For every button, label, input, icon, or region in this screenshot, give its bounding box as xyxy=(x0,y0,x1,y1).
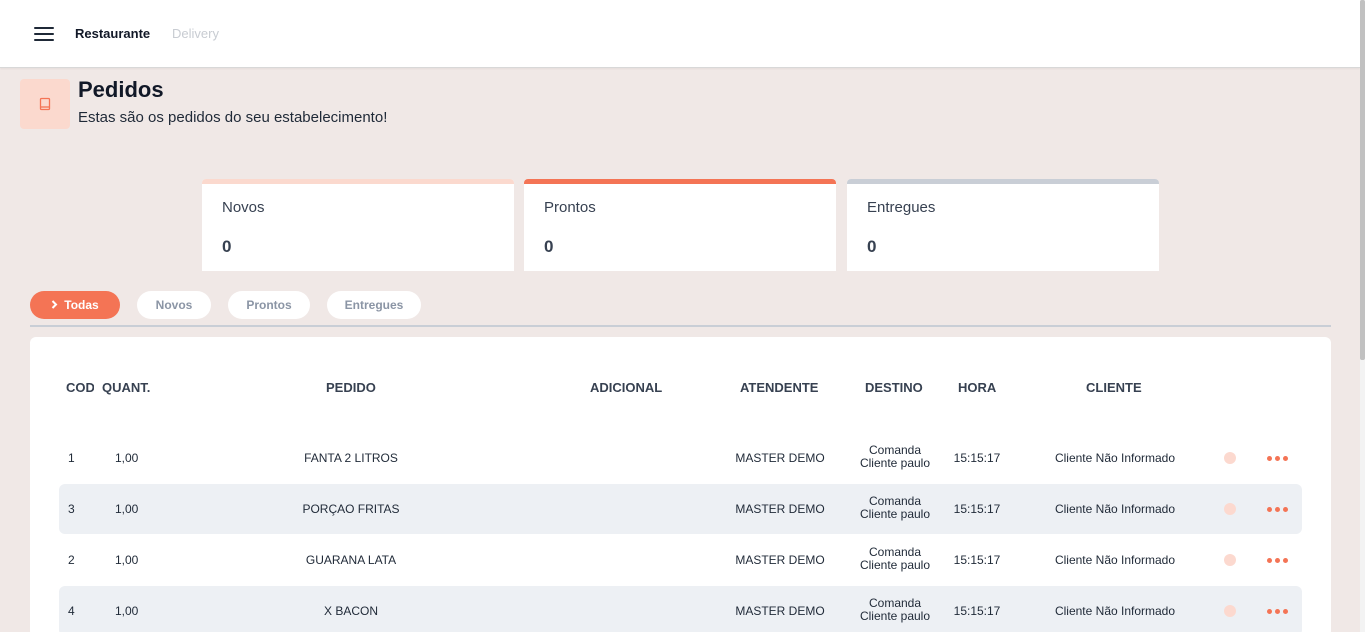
menu-icon[interactable] xyxy=(34,26,54,42)
cell-cliente: Cliente Não Informado xyxy=(1054,604,1176,618)
chevron-right-icon xyxy=(51,298,58,312)
column-header-adicional: ADICIONAL xyxy=(590,380,663,395)
column-header-cod: COD xyxy=(66,380,94,395)
cell-cod: 3 xyxy=(68,502,75,516)
top-bar: Restaurante Delivery xyxy=(0,0,1360,68)
cell-destino: Comanda Cliente paulo xyxy=(860,546,930,572)
cell-atendente: MASTER DEMO xyxy=(735,553,825,567)
cell-atendente: MASTER DEMO xyxy=(735,502,825,516)
stat-card-novos: Novos 0 xyxy=(202,179,514,271)
stat-value: 0 xyxy=(867,237,877,256)
filter-novos-button[interactable]: Novos xyxy=(137,291,211,319)
tab-restaurante[interactable]: Restaurante xyxy=(75,26,150,41)
cell-hora: 15:15:17 xyxy=(953,604,1001,618)
status-dot xyxy=(1224,503,1236,515)
cell-hora: 15:15:17 xyxy=(953,451,1001,465)
cell-destino: Comanda Cliente paulo xyxy=(860,444,930,470)
stat-card-bar xyxy=(524,179,836,184)
stat-card-bar xyxy=(202,179,514,184)
scrollbar[interactable] xyxy=(1360,0,1365,632)
cell-cliente: Cliente Não Informado xyxy=(1054,553,1176,567)
divider xyxy=(30,325,1331,327)
stat-card-bar xyxy=(847,179,1159,184)
cell-pedido: PORÇAO FRITAS xyxy=(302,502,400,516)
filter-todas-button[interactable]: Todas xyxy=(30,291,120,319)
cell-cod: 4 xyxy=(68,604,75,618)
status-dot xyxy=(1224,452,1236,464)
cell-cliente: Cliente Não Informado xyxy=(1054,451,1176,465)
destino-line-2: Cliente paulo xyxy=(859,609,931,623)
stat-value: 0 xyxy=(544,237,554,256)
status-dot xyxy=(1224,605,1236,617)
cell-quant: 1,00 xyxy=(115,502,139,516)
column-header-pedido: PEDIDO xyxy=(326,380,376,395)
cell-pedido: FANTA 2 LITROS xyxy=(304,451,398,465)
stat-card-entregues: Entregues 0 xyxy=(847,179,1159,271)
table-row[interactable]: 1 1,00 FANTA 2 LITROS MASTER DEMO Comand… xyxy=(59,433,1302,483)
more-options-icon[interactable] xyxy=(1267,609,1288,614)
cell-cod: 2 xyxy=(68,553,75,567)
tab-delivery[interactable]: Delivery xyxy=(172,26,219,41)
book-icon xyxy=(20,79,70,129)
scrollbar-thumb[interactable] xyxy=(1360,0,1365,360)
destino-line-2: Cliente paulo xyxy=(859,507,931,521)
column-header-cliente: CLIENTE xyxy=(1086,380,1142,395)
column-header-atendente: ATENDENTE xyxy=(740,380,819,395)
more-options-icon[interactable] xyxy=(1267,558,1288,563)
column-header-hora: HORA xyxy=(958,380,997,395)
page-title: Pedidos xyxy=(78,77,164,102)
status-dot xyxy=(1224,554,1236,566)
cell-atendente: MASTER DEMO xyxy=(735,451,825,465)
cell-quant: 1,00 xyxy=(115,451,139,465)
cell-cod: 1 xyxy=(68,451,75,465)
filter-label: Todas xyxy=(64,298,99,312)
cell-pedido: GUARANA LATA xyxy=(305,553,397,567)
cell-pedido: X BACON xyxy=(323,604,379,618)
cell-destino: Comanda Cliente paulo xyxy=(860,495,930,521)
stat-label: Novos xyxy=(222,199,265,216)
destino-line-2: Cliente paulo xyxy=(859,558,931,572)
stat-label: Prontos xyxy=(544,199,596,216)
cell-cliente: Cliente Não Informado xyxy=(1054,502,1176,516)
table-row[interactable]: 4 1,00 X BACON MASTER DEMO Comanda Clien… xyxy=(59,586,1302,632)
filter-prontos-button[interactable]: Prontos xyxy=(228,291,310,319)
cell-quant: 1,00 xyxy=(115,553,139,567)
column-header-quant: QUANT. xyxy=(102,380,151,395)
cell-atendente: MASTER DEMO xyxy=(735,604,825,618)
stat-label: Entregues xyxy=(867,199,936,216)
more-options-icon[interactable] xyxy=(1267,507,1288,512)
filter-entregues-button[interactable]: Entregues xyxy=(327,291,421,319)
cell-destino: Comanda Cliente paulo xyxy=(860,597,930,623)
column-header-destino: DESTINO xyxy=(865,380,923,395)
page-subtitle: Estas são os pedidos do seu estabelecime… xyxy=(78,109,388,126)
stat-value: 0 xyxy=(222,237,232,256)
cell-hora: 15:15:17 xyxy=(953,553,1001,567)
table-row[interactable]: 3 1,00 PORÇAO FRITAS MASTER DEMO Comanda… xyxy=(59,484,1302,534)
cell-hora: 15:15:17 xyxy=(953,502,1001,516)
stat-card-prontos: Prontos 0 xyxy=(524,179,836,271)
destino-line-2: Cliente paulo xyxy=(859,456,931,470)
table-row[interactable]: 2 1,00 GUARANA LATA MASTER DEMO Comanda … xyxy=(59,535,1302,585)
more-options-icon[interactable] xyxy=(1267,456,1288,461)
cell-quant: 1,00 xyxy=(115,604,139,618)
